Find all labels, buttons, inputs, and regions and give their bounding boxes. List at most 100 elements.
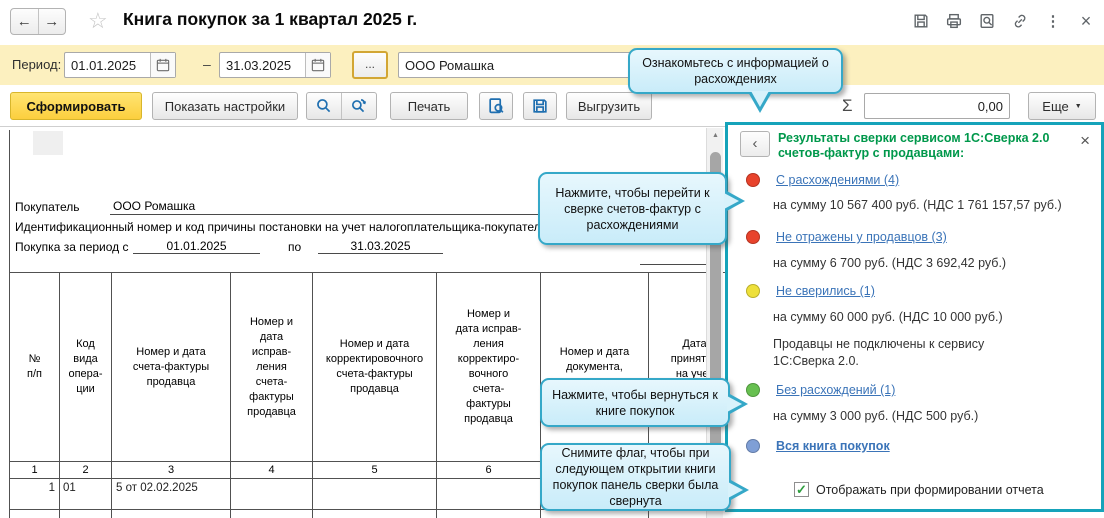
tooltip-uncheck-flag: Снимите флаг, чтобы при следующем открыт…: [540, 443, 731, 511]
save-report-button[interactable]: [523, 92, 557, 120]
purchase-period-po: по: [288, 240, 301, 254]
show-settings-button[interactable]: Показать настройки: [152, 92, 298, 120]
print-icon[interactable]: [944, 11, 964, 31]
purchase-period-prefix: Покупка за период с: [15, 240, 129, 254]
col-header-invoice: Номер и дата счета-фактуры продавца: [112, 273, 230, 461]
panel-item-discrepancies: С расхождениями (4): [746, 172, 899, 188]
more-button[interactable]: Еще ▼: [1028, 92, 1096, 120]
col-num: 4: [231, 462, 312, 478]
show-on-generate-row: ✓ Отображать при формировании отчета: [794, 482, 1044, 497]
sum-sigma-icon: Σ: [842, 96, 853, 116]
scroll-up-icon[interactable]: ▲: [707, 128, 724, 144]
tooltip-review-discrepancies: Ознакомьтесь с информацией о расхождения…: [628, 48, 843, 94]
cell-row-number[interactable]: 1: [10, 479, 59, 508]
search-next-icon[interactable]: [341, 93, 376, 119]
forward-arrow-icon: →: [44, 13, 59, 30]
yellow-status-dot: [746, 284, 760, 298]
col-num: 2: [60, 462, 111, 478]
window-actions: ⋮ ×: [911, 11, 1096, 31]
not-reflected-link[interactable]: Не отражены у продавцов (3): [776, 230, 947, 244]
not-verified-note: Продавцы не подключены к сервису 1С:Свер…: [773, 336, 998, 370]
organization-input[interactable]: [398, 52, 634, 78]
date-underline: [133, 253, 260, 254]
show-on-generate-checkbox[interactable]: ✓: [794, 482, 809, 497]
save-icon[interactable]: [911, 11, 931, 31]
buyer-label: Покупатель: [15, 200, 79, 214]
page-title: Книга покупок за 1 квартал 2025 г.: [123, 9, 417, 30]
col-num: 6: [437, 462, 540, 478]
tooltip-arrow-right: [729, 479, 749, 501]
tooltip-return-to-book: Нажмите, чтобы вернуться к книге покупок: [540, 378, 730, 427]
caret-down-icon: ▼: [1075, 103, 1082, 110]
col-header-adjustment: Номер и дата корректировочного счета-фак…: [313, 273, 436, 461]
period-from-field: [64, 52, 176, 78]
show-on-generate-label: Отображать при формировании отчета: [816, 483, 1044, 497]
panel-item-no-discrepancies: Без расхождений (1): [746, 382, 895, 398]
link-icon[interactable]: [1010, 11, 1030, 31]
period-to-input[interactable]: [220, 53, 305, 77]
tooltip-arrow-right: [728, 393, 748, 415]
buyer-value: ООО Ромашка: [113, 199, 195, 213]
preview-icon[interactable]: [977, 11, 997, 31]
search-icon[interactable]: [307, 93, 341, 119]
favorite-star-icon[interactable]: ☆: [88, 8, 108, 34]
form-line: [640, 264, 706, 265]
red-status-dot: [746, 230, 760, 244]
blue-status-dot: [746, 439, 760, 453]
col-header-op-code: Код вида опера- ции: [60, 273, 111, 461]
reconciliation-panel: ‹ × Результаты сверки сервисом 1С:Сверка…: [725, 122, 1104, 512]
period-dash: –: [203, 51, 211, 77]
calendar-icon[interactable]: [150, 53, 175, 77]
cell-op-code[interactable]: 01: [60, 479, 111, 508]
discrepancies-link[interactable]: С расхождениями (4): [776, 173, 899, 187]
generate-button[interactable]: Сформировать: [10, 92, 142, 120]
purchase-period-from: 01.01.2025: [133, 239, 260, 253]
col-num: 3: [112, 462, 230, 478]
col-header-adj-correction: Номер и дата исправ- ления корректиро- в…: [437, 273, 540, 461]
history-nav: ← →: [10, 8, 66, 35]
not-reflected-sum: на сумму 6 700 руб. (НДС 3 692,42 руб.): [773, 256, 1006, 270]
panel-close-icon[interactable]: ×: [1080, 131, 1090, 151]
no-discrepancies-sum: на сумму 3 000 руб. (НДС 500 руб.): [773, 409, 978, 423]
tooltip-arrow-right: [725, 190, 745, 212]
period-to-field: [219, 52, 331, 78]
export-button[interactable]: Выгрузить: [566, 92, 652, 120]
taxpayer-id-line: Идентификационный номер и код причины по…: [15, 220, 547, 234]
tooltip-text: Нажмите, чтобы вернуться к книге покупок: [550, 387, 720, 419]
search-group: [306, 92, 377, 120]
discrepancies-sum: на сумму 10 567 400 руб. (НДС 1 761 157,…: [773, 198, 1062, 212]
green-status-dot: [746, 383, 760, 397]
sheet-corner-cell: [33, 131, 63, 155]
forward-button[interactable]: →: [38, 9, 66, 34]
calendar-icon[interactable]: [305, 53, 330, 77]
col-header-correction: Номер и дата исправ- ления счета- фактур…: [231, 273, 312, 461]
whole-book-link[interactable]: Вся книга покупок: [776, 439, 890, 453]
more-label: Еще: [1042, 99, 1068, 114]
col-num: 5: [313, 462, 436, 478]
print-button[interactable]: Печать: [390, 92, 468, 120]
cell-invoice[interactable]: 5 от 02.02.2025: [112, 479, 230, 508]
period-from-input[interactable]: [65, 53, 150, 77]
tooltip-go-to-reconciliation: Нажмите, чтобы перейти к сверке счетов-ф…: [538, 172, 727, 245]
tooltip-text: Нажмите, чтобы перейти к сверке счетов-ф…: [548, 185, 717, 233]
panel-title: Результаты сверки сервисом 1С:Сверка 2.0…: [778, 131, 1063, 161]
no-discrepancies-link[interactable]: Без расхождений (1): [776, 383, 895, 397]
date-underline: [318, 253, 443, 254]
not-verified-sum: на сумму 60 000 руб. (НДС 10 000 руб.): [773, 310, 1003, 324]
more-menu-icon[interactable]: ⋮: [1043, 11, 1063, 31]
panel-item-not-verified: Не сверились (1): [746, 283, 875, 299]
print-preview-button[interactable]: [479, 92, 513, 120]
col-header-npp: № п/п: [10, 273, 59, 461]
app-window: ← → ☆ Книга покупок за 1 квартал 2025 г.…: [0, 0, 1104, 518]
col-header-payment-doc: Номер и дата документа, подтвержда-: [541, 273, 648, 461]
back-arrow-icon: ←: [17, 13, 32, 30]
window-close-icon[interactable]: ×: [1076, 11, 1096, 31]
sum-field[interactable]: [864, 93, 1010, 119]
period-label: Период:: [12, 45, 61, 85]
tooltip-arrow-down: [748, 92, 772, 113]
panel-item-whole-book: Вся книга покупок: [746, 438, 890, 454]
back-button[interactable]: ←: [11, 9, 38, 34]
panel-collapse-button[interactable]: ‹: [740, 131, 770, 157]
not-verified-link[interactable]: Не сверились (1): [776, 284, 875, 298]
period-options-button[interactable]: ...: [352, 51, 388, 79]
